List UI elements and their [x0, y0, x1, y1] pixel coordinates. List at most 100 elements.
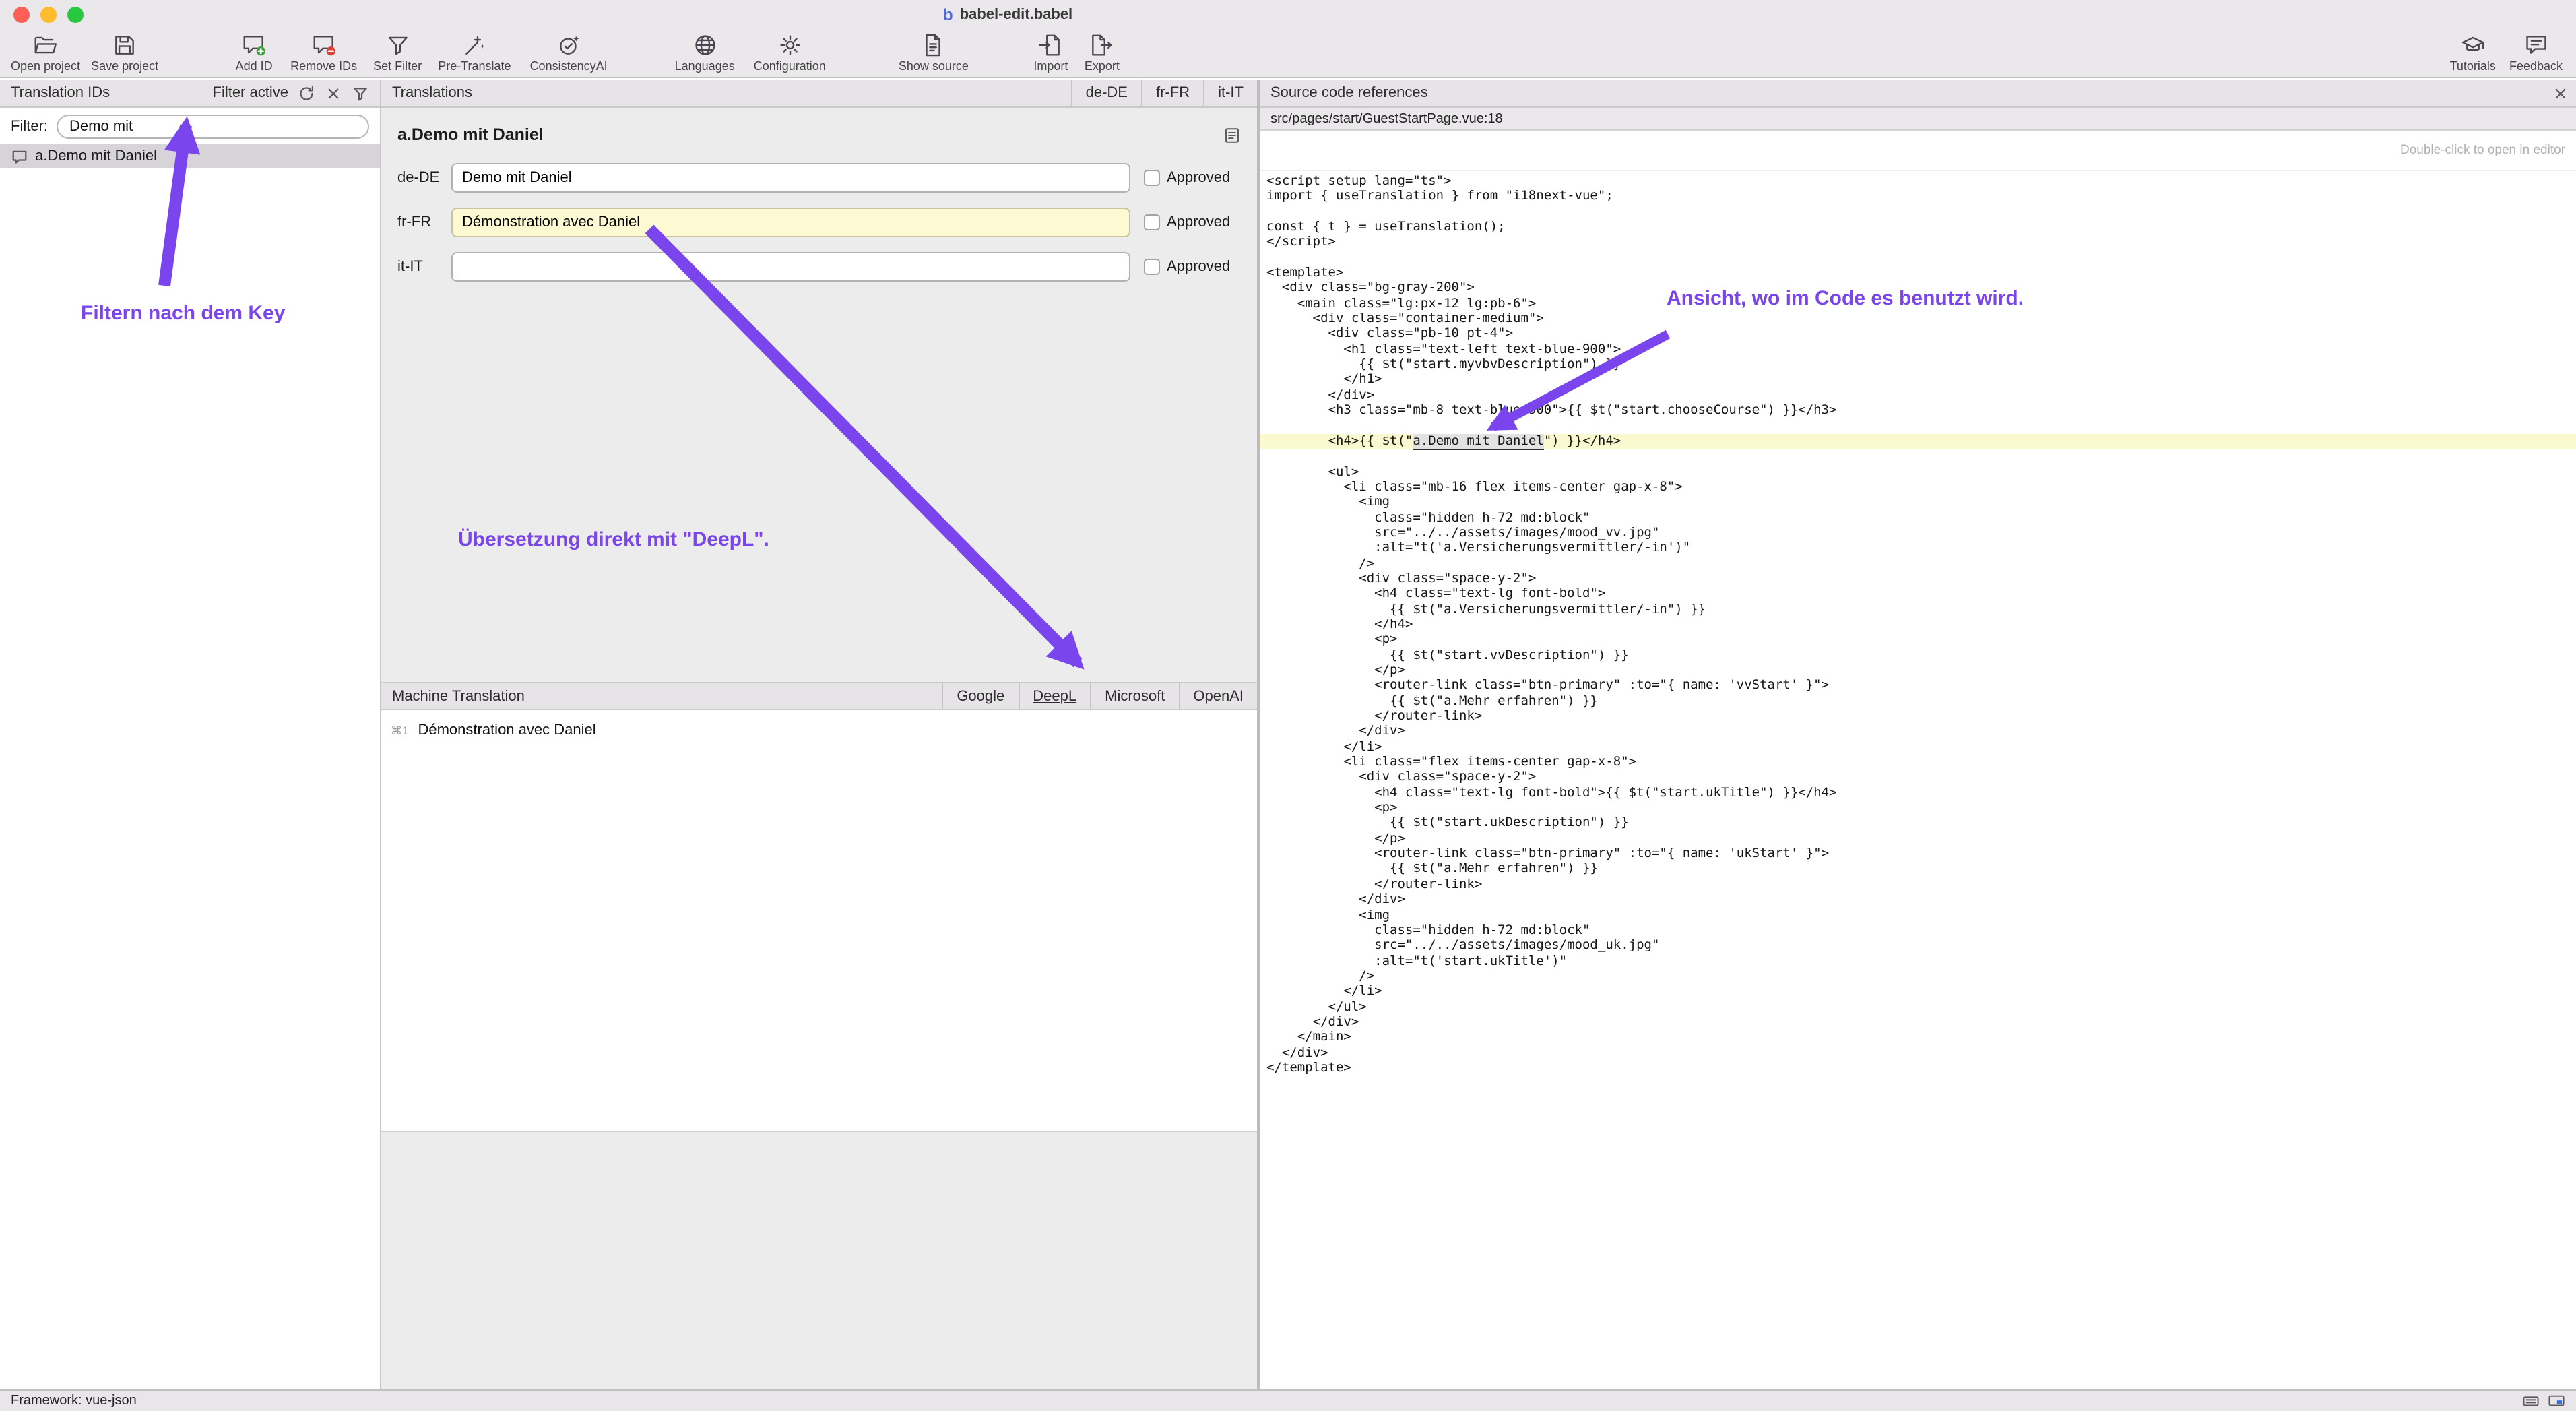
- code-line: class="hidden h-72 md:block": [1260, 923, 2576, 939]
- translation-id-bubble-icon: [11, 148, 28, 165]
- minimize-window-button[interactable]: [40, 7, 57, 23]
- filter-input[interactable]: [56, 115, 369, 139]
- tab-it-IT[interactable]: it-IT: [1203, 80, 1257, 106]
- toolbar-set-filter[interactable]: Set Filter: [373, 31, 422, 73]
- code-line: :alt="t('start.ukTitle')": [1260, 953, 2576, 969]
- filter-icon[interactable]: [352, 84, 369, 102]
- approved-checkbox-it[interactable]: [1144, 259, 1160, 275]
- window-title: b babel-edit.babel: [943, 0, 1072, 30]
- filter-controls: Filter active: [213, 84, 370, 102]
- notes-icon[interactable]: [1223, 126, 1241, 144]
- close-window-button[interactable]: [13, 7, 30, 23]
- toolbar-label: Tutorials: [2450, 59, 2496, 73]
- toolbar-label: Add ID: [236, 59, 273, 73]
- window-title-text: babel-edit.babel: [960, 7, 1073, 23]
- code-line: src="../../assets/images/mood_uk.jpg": [1260, 938, 2576, 953]
- translation-row-it: it-IT Approved: [381, 252, 1257, 282]
- tab-microsoft[interactable]: Microsoft: [1090, 683, 1178, 709]
- tab-deepl[interactable]: DeepL: [1018, 683, 1090, 709]
- toolbar-label: Save project: [91, 59, 158, 73]
- code-line: {{ $t("a.Versicherungsvermittler/-in") }…: [1260, 602, 2576, 617]
- toolbar-show-source[interactable]: Show source: [899, 31, 969, 73]
- toolbar-open-project[interactable]: Open project: [11, 31, 80, 73]
- translation-input-it[interactable]: [451, 252, 1130, 282]
- toolbar-feedback[interactable]: Feedback: [2509, 31, 2563, 73]
- code-line: <p>: [1260, 801, 2576, 816]
- approved-checkbox-fr[interactable]: [1144, 214, 1160, 230]
- refresh-filter-icon[interactable]: [298, 84, 315, 102]
- filter-row: Filter:: [0, 108, 380, 144]
- toolbar-pre-translate[interactable]: Pre-Translate: [438, 31, 511, 73]
- code-line: </div>: [1260, 892, 2576, 908]
- toolbar: Open project Save project Add ID Remove …: [0, 30, 2576, 78]
- clear-filter-icon[interactable]: [325, 84, 342, 102]
- translation-input-de[interactable]: [451, 163, 1130, 193]
- translation-id-item[interactable]: a.Demo mit Daniel: [0, 144, 380, 168]
- lang-label-fr: fr-FR: [397, 214, 451, 230]
- code-line: <template>: [1260, 265, 2576, 281]
- approved-checkbox-de[interactable]: [1144, 170, 1160, 186]
- code-line: <ul>: [1260, 464, 2576, 480]
- code-line: <div class="space-y-2">: [1260, 571, 2576, 587]
- toolbar-label: ConsistencyAI: [530, 59, 608, 73]
- translation-ids-title: Translation IDs: [11, 85, 110, 101]
- code-line: {{ $t("a.Mehr erfahren") }}: [1260, 862, 2576, 877]
- toolbar-import[interactable]: Import: [1028, 31, 1074, 73]
- zoom-window-button[interactable]: [67, 7, 84, 23]
- code-line: </li>: [1260, 984, 2576, 999]
- code-line: class="hidden h-72 md:block": [1260, 510, 2576, 526]
- tab-fr-FR[interactable]: fr-FR: [1141, 80, 1203, 106]
- code-line: </div>: [1260, 724, 2576, 740]
- status-icons: [2522, 1392, 2565, 1410]
- feedback-icon: [2523, 31, 2548, 59]
- toolbar-tutorials[interactable]: Tutorials: [2450, 31, 2496, 73]
- translations-header: Translations de-DE fr-FR it-IT: [381, 80, 1257, 108]
- toolbar-label: Open project: [11, 59, 80, 73]
- toolbar-add-id[interactable]: Add ID: [231, 31, 277, 73]
- code-line: {{ $t("a.Mehr erfahren") }}: [1260, 693, 2576, 709]
- display-status-icon[interactable]: [2548, 1392, 2565, 1410]
- close-panel-icon[interactable]: [2553, 86, 2568, 100]
- machine-translation-result-row[interactable]: ⌘1 Démonstration avec Daniel: [381, 710, 1257, 739]
- machine-translation-result-area: ⌘1 Démonstration avec Daniel: [381, 710, 1257, 1132]
- code-line: </main>: [1260, 1030, 2576, 1046]
- source-code[interactable]: <script setup lang="ts">import { useTran…: [1260, 171, 2576, 1389]
- machine-translation-header: Machine Translation Google DeepL Microso…: [381, 682, 1257, 710]
- code-line: />: [1260, 969, 2576, 984]
- editor-hint: Double-click to open in editor: [1260, 131, 2576, 171]
- keyboard-status-icon[interactable]: [2522, 1392, 2540, 1410]
- save-project-icon: [112, 31, 137, 59]
- toolbar-export[interactable]: Export: [1079, 31, 1125, 73]
- toolbar-languages[interactable]: Languages: [675, 31, 735, 73]
- pre-translate-icon: [461, 31, 487, 59]
- code-line: :alt="t('a.Versicherungsvermittler/-in')…: [1260, 541, 2576, 557]
- toolbar-remove-ids[interactable]: Remove IDs: [290, 31, 357, 73]
- toolbar-label: Set Filter: [373, 59, 422, 73]
- translations-panel: Translations de-DE fr-FR it-IT a.Demo mi…: [381, 80, 1260, 1389]
- tab-openai[interactable]: OpenAI: [1178, 683, 1257, 709]
- tab-google[interactable]: Google: [942, 683, 1018, 709]
- import-icon: [1038, 31, 1064, 59]
- code-line: <p>: [1260, 633, 2576, 648]
- tab-de-DE[interactable]: de-DE: [1071, 80, 1141, 106]
- code-line: <li class="mb-16 flex items-center gap-x…: [1260, 480, 2576, 495]
- translation-id-label: a.Demo mit Daniel: [35, 148, 157, 164]
- code-line: {{ $t("start.vvDescription") }}: [1260, 648, 2576, 663]
- referenced-translation-key[interactable]: a.Demo mit Daniel: [1413, 434, 1543, 450]
- approved-label-it: Approved: [1167, 259, 1230, 275]
- code-line: </router-link>: [1260, 709, 2576, 724]
- translation-row-fr: fr-FR Approved: [381, 208, 1257, 237]
- code-line: {{ $t("start.myvbvDescription") }}: [1260, 357, 2576, 373]
- shortcut-badge: ⌘1: [391, 724, 408, 739]
- source-file-reference[interactable]: src/pages/start/GuestStartPage.vue:18: [1260, 108, 2576, 131]
- toolbar-consistency-ai[interactable]: ConsistencyAI: [530, 31, 608, 73]
- code-line: </p>: [1260, 832, 2576, 847]
- toolbar-save-project[interactable]: Save project: [91, 31, 158, 73]
- lang-label-de: de-DE: [397, 170, 451, 186]
- statusbar: Framework: vue-json: [0, 1389, 2576, 1411]
- toolbar-label: Languages: [675, 59, 735, 73]
- toolbar-configuration[interactable]: Configuration: [754, 31, 826, 73]
- translation-input-fr[interactable]: [451, 208, 1130, 237]
- approved-control-de: Approved: [1144, 170, 1249, 186]
- code-line: src="../../assets/images/mood_vv.jpg": [1260, 526, 2576, 541]
